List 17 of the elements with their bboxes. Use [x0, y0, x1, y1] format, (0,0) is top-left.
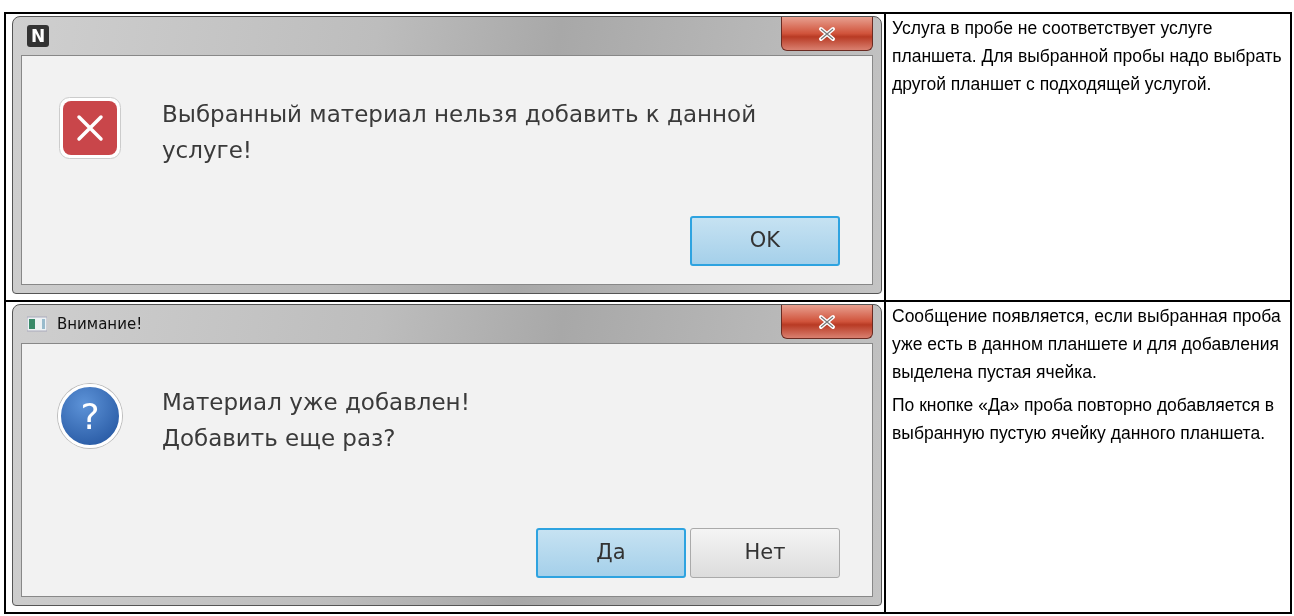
close-icon [818, 313, 836, 330]
app-logo-icon: N [27, 25, 49, 47]
question-icon: ? [58, 384, 122, 448]
error-icon [58, 96, 122, 160]
close-icon [818, 25, 836, 42]
description-text: Услуга в пробе не соответствует услуге планшета. Для выбранной пробы надо выбрать другой планшет с подходящей услугой. [892, 17, 1283, 96]
dialog-message: Выбранный материал нельзя добавить к данной услуге! [162, 100, 757, 165]
window-icon [27, 316, 47, 332]
dialog-button[interactable]: OK [690, 216, 840, 266]
description-text: Сообщение появляется, если выбранная проба уже есть в данном планшете и для добавления выделена пустая ячейка. [892, 305, 1282, 384]
window-title: Внимание! [57, 313, 143, 335]
dialog-button[interactable]: Да [536, 528, 686, 578]
close-button[interactable] [781, 17, 873, 51]
dialog-message: Материал уже добавлен! Добавить еще раз? [162, 388, 470, 453]
description-text: По кнопке «Да» проба повторно добавляется в выбранную пустую ячейку данного планшета. [892, 394, 1276, 445]
dialog-button[interactable]: Нет [690, 528, 840, 578]
close-button[interactable] [781, 305, 873, 339]
